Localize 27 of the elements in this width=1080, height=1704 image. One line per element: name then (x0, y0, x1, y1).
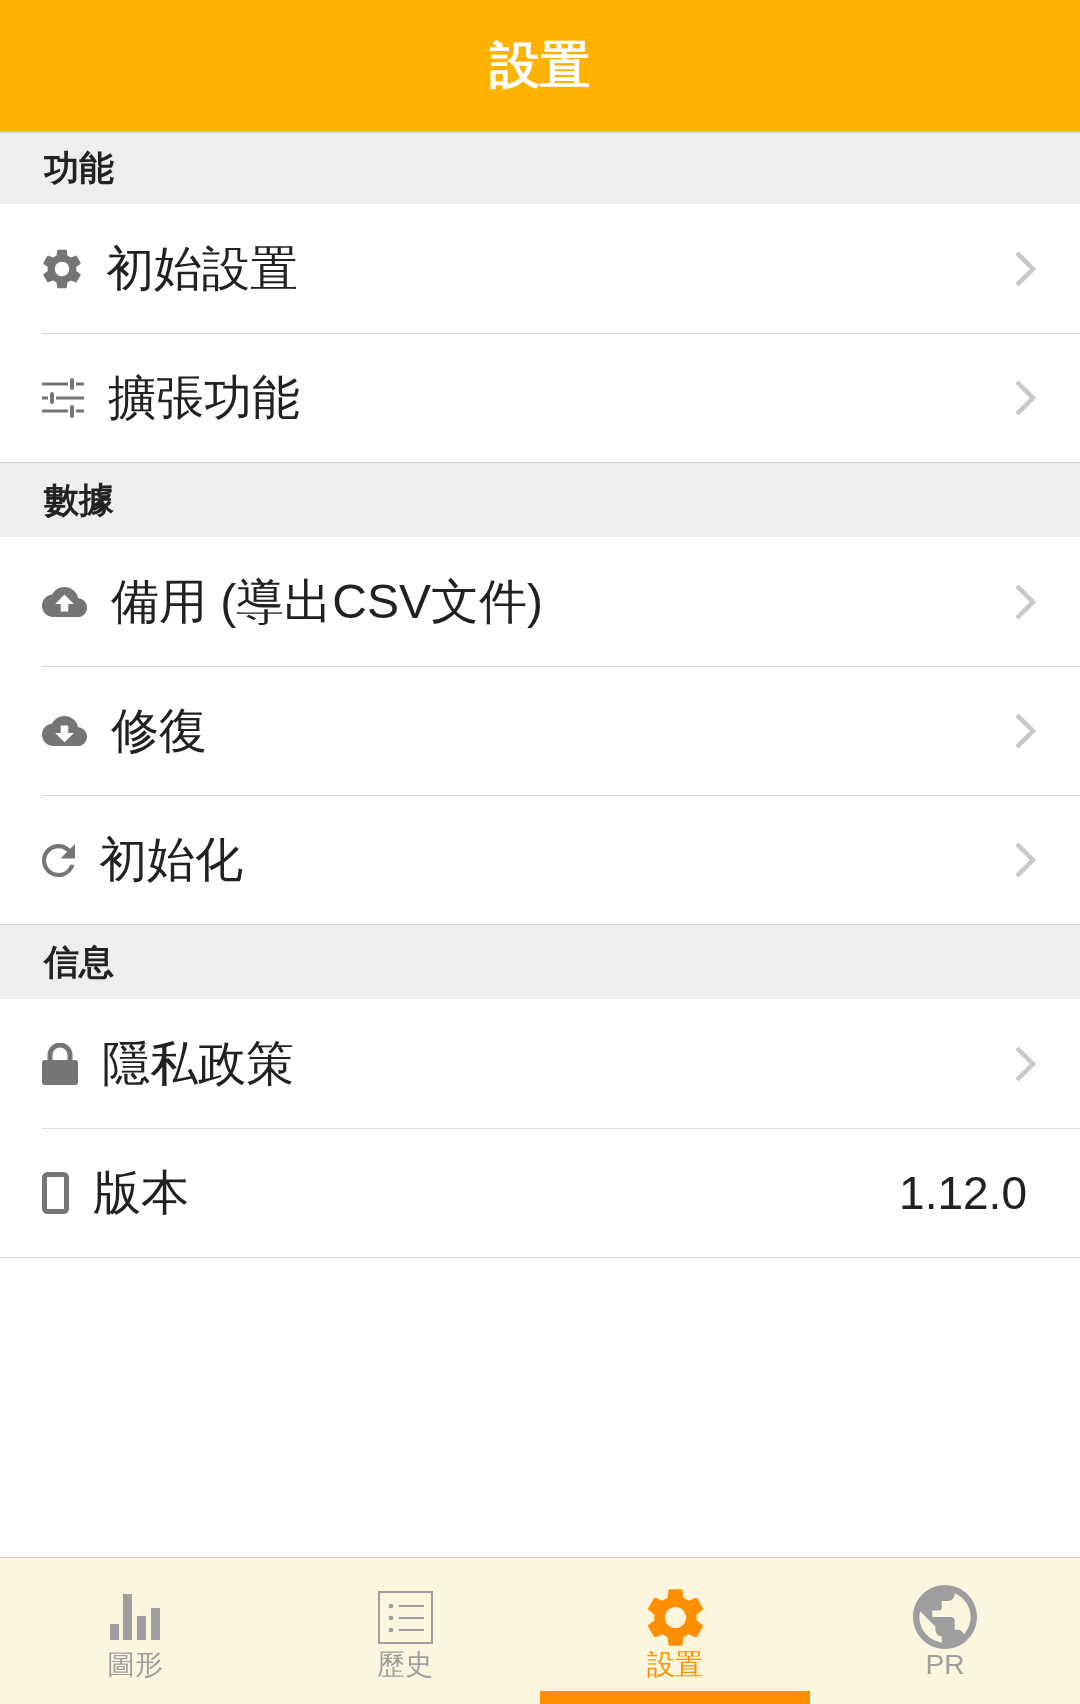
settings-icon (42, 248, 82, 289)
page-title: 設置 (490, 36, 590, 95)
menu-item[interactable]: 備用 (導出CSV文件) (42, 537, 1080, 666)
lock-icon (42, 1042, 78, 1085)
chevron-icon (1014, 841, 1036, 879)
cloud-download-icon (42, 716, 87, 746)
chevron-icon (1014, 1044, 1036, 1083)
chevron-icon (1014, 712, 1036, 750)
bar-chart-icon (110, 1594, 160, 1640)
menu-item[interactable]: 修復 (42, 666, 1080, 795)
cloud-upload-icon (42, 586, 87, 617)
section-header: 功能 (0, 132, 1080, 204)
row-label: 版本 (93, 1165, 189, 1221)
chevron-icon (1014, 582, 1036, 621)
globe-icon (913, 1585, 977, 1649)
phone-icon (42, 1172, 69, 1214)
settings-icon (645, 1587, 705, 1647)
sliders-icon (42, 378, 84, 418)
section-header: 數據 (0, 462, 1080, 537)
refresh-icon (42, 843, 75, 877)
chevron-icon (1014, 249, 1036, 288)
section-header: 信息 (0, 924, 1080, 999)
list-icon (377, 1590, 433, 1644)
version-value: 1.12.0 (899, 1166, 1027, 1220)
chevron-icon (1014, 379, 1036, 417)
menu-item[interactable]: 初始設置 (42, 204, 1080, 333)
menu-item[interactable]: 隱私政策 (42, 999, 1080, 1128)
